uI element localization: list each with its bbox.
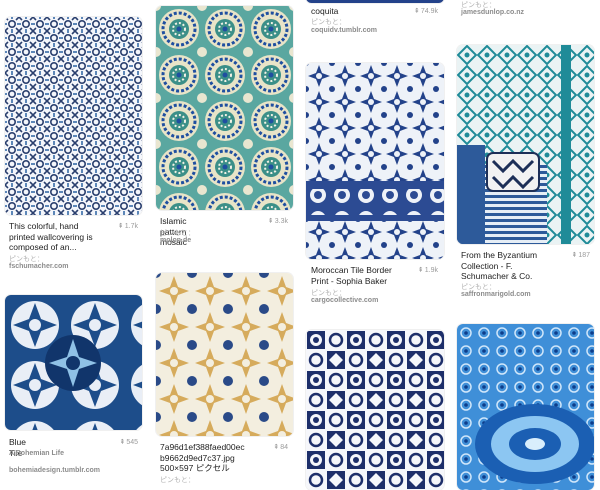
pin-description[interactable]: 7a96d1ef388faed00ec b9662d9ed7c37.jpg 50… [160,442,270,474]
pin-icon: ⇞ [414,8,420,15]
pin-image[interactable] [5,17,142,215]
pin-image[interactable] [156,273,293,436]
pin-source-link[interactable]: cargocollective.com [311,297,378,304]
pin-image[interactable] [457,324,594,490]
pin-source-link[interactable]: bohemiadesign.tumblr.com [9,467,100,474]
repin-count[interactable]: ⇞84 [258,443,288,451]
pin-board-link[interactable]: A Bohemian Life [9,450,64,457]
repin-count[interactable]: ⇞3.3k [258,217,288,225]
pin-via: ピンもと： [160,477,195,484]
pin-description[interactable]: Moroccan Tile Border Print - Sophia Bake… [311,265,411,286]
pin-image[interactable] [5,295,142,430]
pin-image[interactable] [156,6,293,210]
repin-count[interactable]: ⇞187 [560,251,590,259]
pin-icon: ⇞ [417,267,424,274]
repin-count[interactable]: ⇞74.9k [410,7,438,15]
pin-image[interactable] [306,63,444,259]
pin-icon: ⇞ [267,218,274,225]
pin-image[interactable] [457,45,594,244]
pin-description[interactable]: From the Byzantium Collection - F. Schum… [461,250,561,282]
pin-source-link[interactable]: molon.de [160,237,191,244]
pin-source-link[interactable]: jamesdunlop.co.nz [461,9,524,16]
pin-source-link[interactable]: saffronmarigold.com [461,291,531,298]
pin-icon: ⇞ [273,444,280,451]
pin-image[interactable] [306,0,444,3]
pin-icon: ⇞ [119,439,126,446]
pin-description[interactable]: coquita [311,6,338,17]
pin-icon: ⇞ [571,252,578,259]
pin-icon: ⇞ [117,223,124,230]
repin-count[interactable]: ⇞1.7k [108,222,138,230]
pin-description[interactable]: This colorful, hand printed wallcovering… [9,221,109,253]
repin-count[interactable]: ⇞1.9k [408,266,438,274]
repin-count[interactable]: ⇞545 [108,438,138,446]
pin-source-link[interactable]: coquidv.tumblr.com [311,27,377,34]
pin-via: ピンもと： [311,19,346,26]
pin-source-link[interactable]: fschumacher.com [9,263,69,270]
pin-image[interactable] [306,330,444,490]
